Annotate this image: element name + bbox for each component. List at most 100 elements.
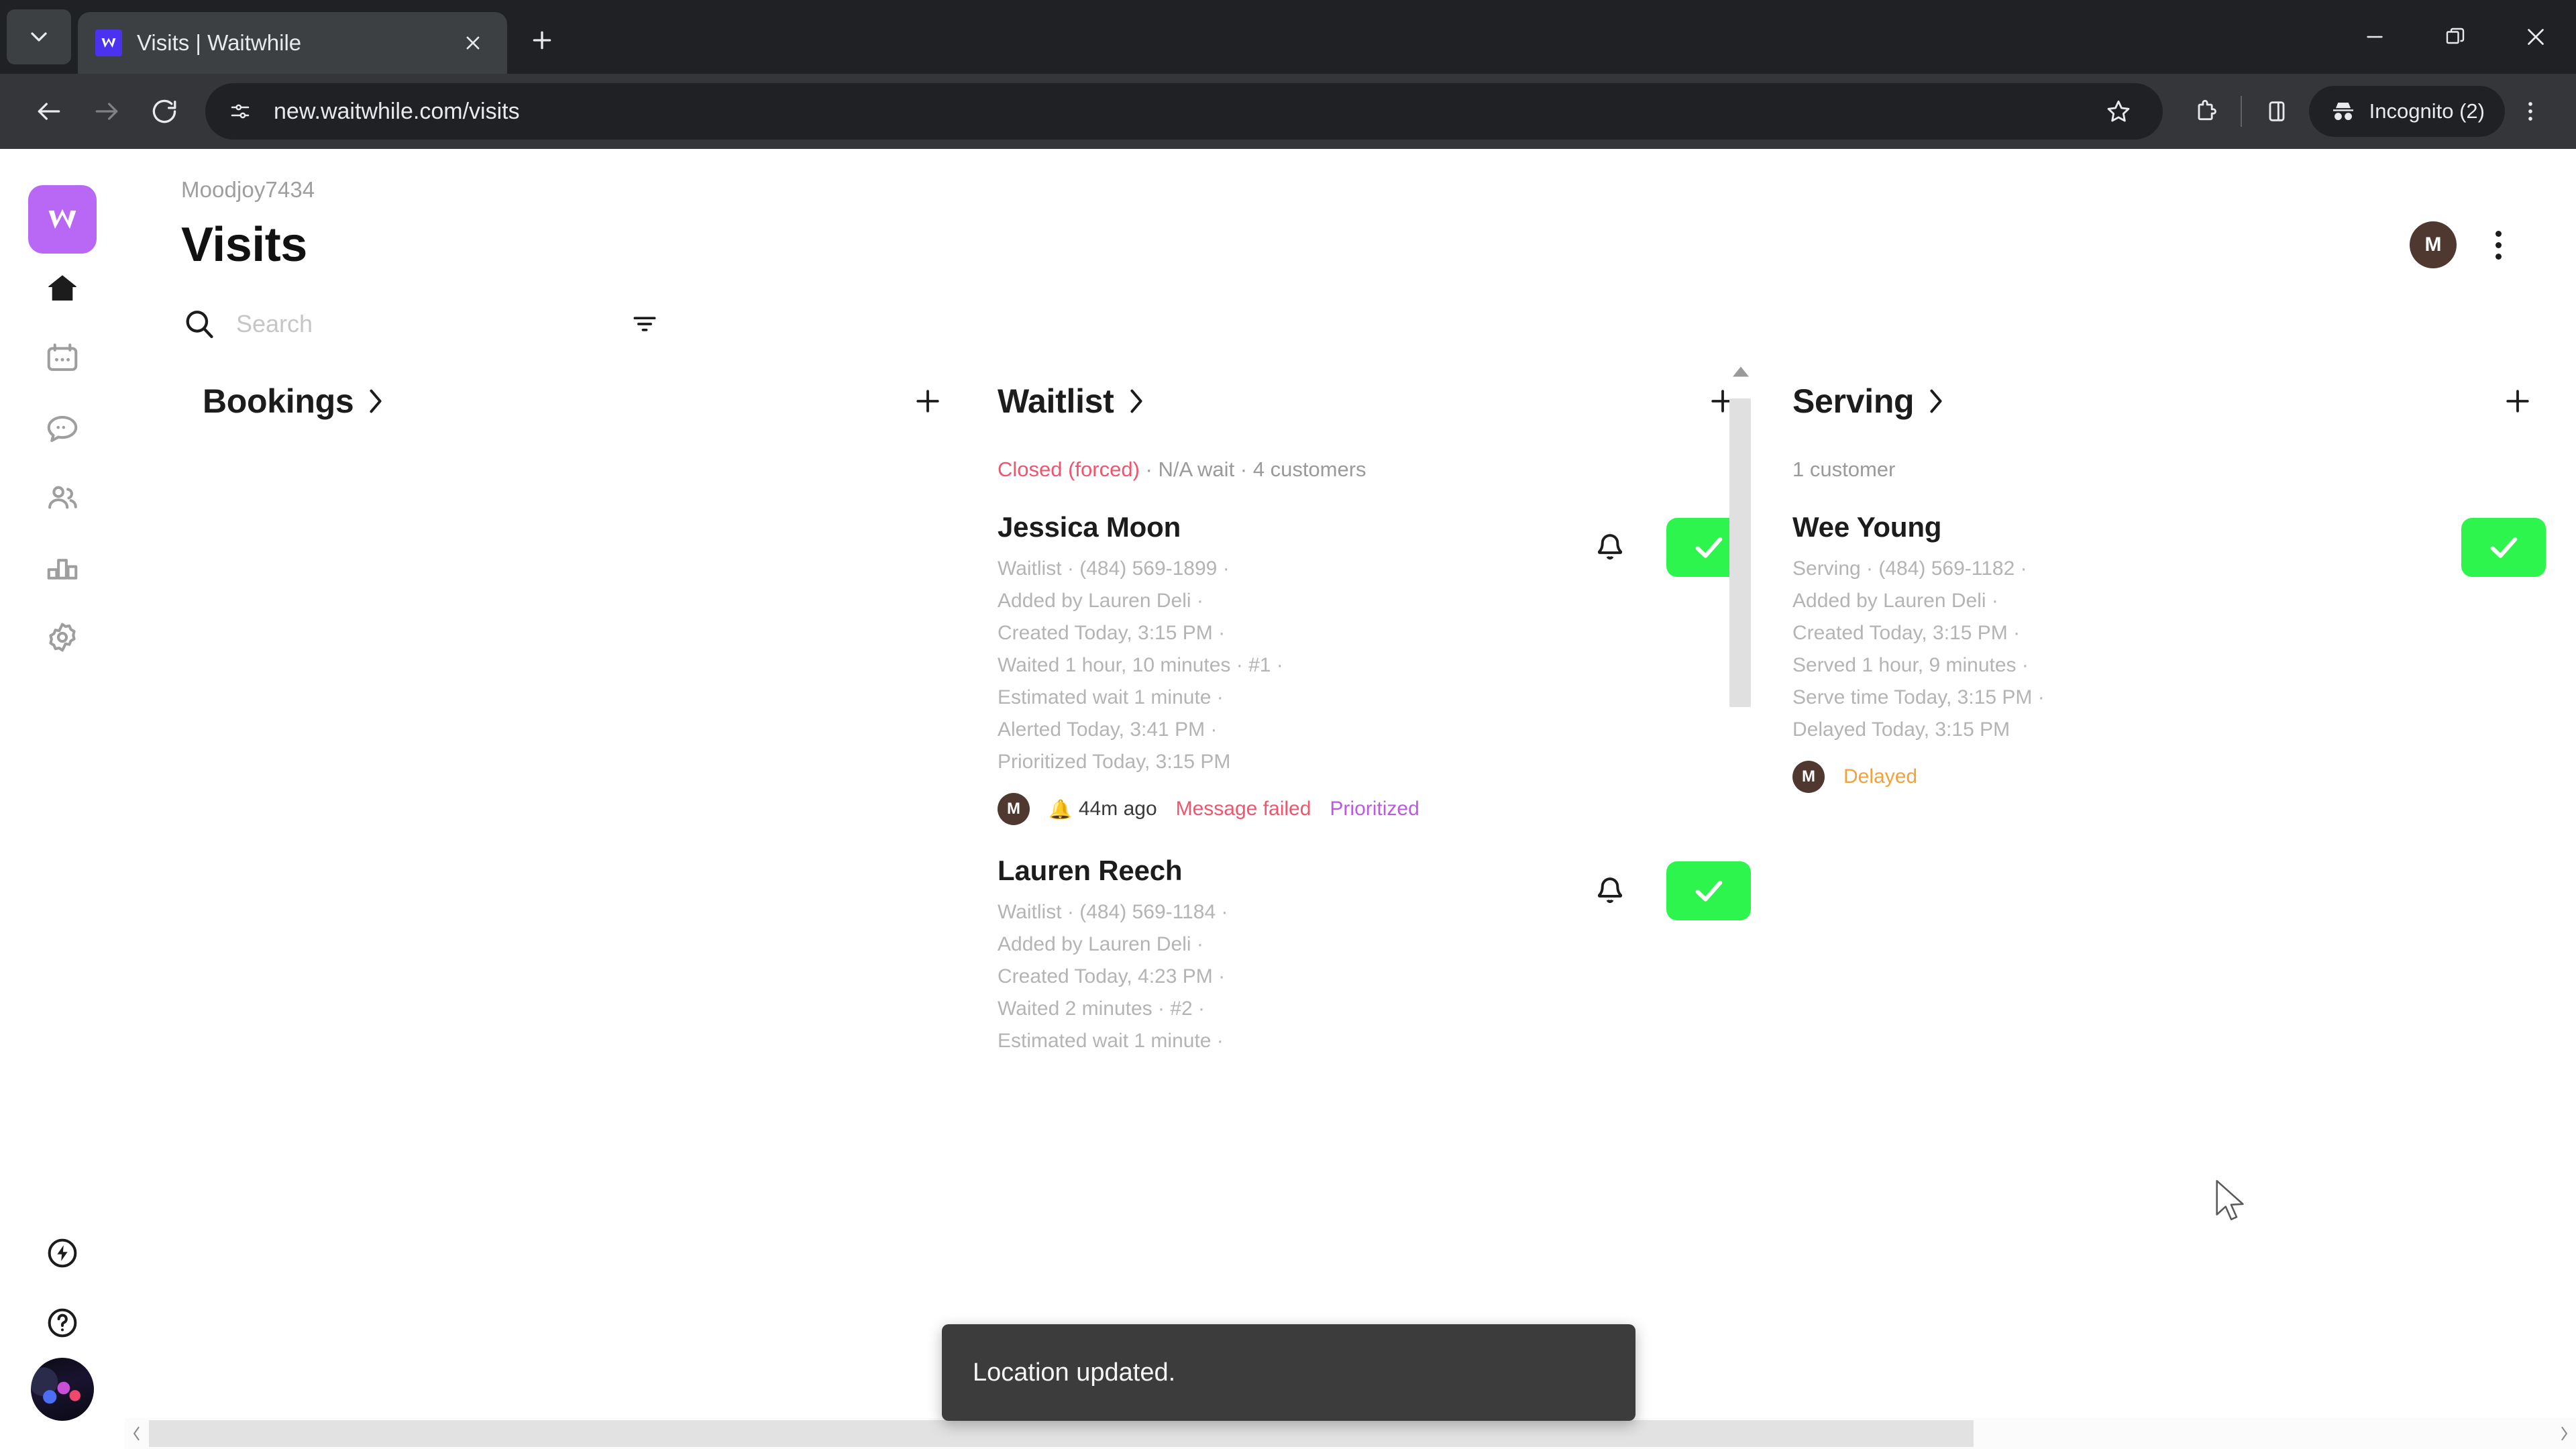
brand-logo[interactable] bbox=[28, 185, 97, 254]
add-booking-button[interactable] bbox=[906, 380, 949, 423]
page-viewport: Moodjoy7434 Visits M Search Bookings Wai… bbox=[0, 149, 2576, 1449]
profile-incognito-button[interactable]: Incognito (2) bbox=[2308, 86, 2505, 137]
left-arrow-icon[interactable] bbox=[125, 1418, 149, 1449]
notify-button[interactable] bbox=[1586, 523, 1634, 572]
tab-search-button[interactable] bbox=[7, 9, 71, 64]
header-avatar[interactable]: M bbox=[2410, 221, 2457, 268]
column-bookings: Bookings bbox=[181, 353, 976, 1449]
app-sidebar bbox=[0, 149, 125, 1449]
column-serving: Serving 1 customer Wee Young Serving · (… bbox=[1771, 353, 2566, 1449]
sidebar-user-avatar[interactable] bbox=[31, 1358, 94, 1421]
column-header-waitlist[interactable]: Waitlist bbox=[976, 353, 1771, 428]
visit-detail-line: Serving · (484) 569-1182 · bbox=[1792, 557, 2027, 580]
visit-alert-time-text: 44m ago bbox=[1078, 798, 1157, 820]
toolbar-divider bbox=[2240, 96, 2242, 127]
people-icon bbox=[48, 486, 77, 509]
complete-button[interactable] bbox=[2461, 518, 2546, 577]
tab-strip: Visits | Waitwhile bbox=[0, 0, 2576, 74]
right-arrow-icon[interactable] bbox=[2552, 1418, 2576, 1449]
visit-card[interactable]: Lauren Reech Waitlist · (484) 569-1184 ·… bbox=[976, 837, 1771, 1069]
incognito-icon bbox=[2332, 103, 2353, 120]
visit-badges: M Delayed bbox=[1792, 761, 2461, 793]
bookmark-star-icon[interactable] bbox=[2093, 86, 2144, 137]
new-tab-button[interactable] bbox=[517, 15, 568, 66]
window-minimize-button[interactable] bbox=[2334, 0, 2415, 74]
url-text: new.waitwhile.com/visits bbox=[274, 98, 520, 124]
search-bar bbox=[125, 272, 2576, 353]
visit-card[interactable]: Jessica Moon Waitlist · (484) 569-1899 ·… bbox=[976, 494, 1771, 837]
visit-detail-line: Estimated wait 1 minute · bbox=[998, 1030, 1224, 1052]
serving-customer-count: 1 customer bbox=[1792, 458, 1896, 481]
column-title: Serving bbox=[1792, 382, 1915, 420]
address-bar[interactable]: new.waitwhile.com/visits bbox=[205, 83, 2163, 140]
reload-button[interactable] bbox=[136, 83, 193, 140]
visit-staff-avatar: M bbox=[1792, 761, 1825, 793]
visit-details: Waitlist · (484) 569-1899 · Added by Lau… bbox=[998, 553, 1586, 778]
visit-detail-line: Added by Lauren Deli · bbox=[998, 590, 1203, 612]
calendar-icon bbox=[47, 343, 78, 371]
board-horizontal-scrollbar[interactable] bbox=[125, 1418, 2576, 1449]
browser-menu-button[interactable] bbox=[2505, 86, 2556, 137]
column-body-bookings bbox=[181, 428, 976, 1449]
sidebar-item-whats-new[interactable] bbox=[28, 1218, 97, 1288]
back-arrow-icon bbox=[38, 103, 60, 120]
notify-button[interactable] bbox=[1586, 867, 1634, 915]
visit-detail-line: Waited 2 minutes · #2 · bbox=[998, 998, 1205, 1020]
browser-toolbar: new.waitwhile.com/visits Incognito (2) bbox=[0, 74, 2576, 149]
sidebar-item-messages[interactable] bbox=[28, 393, 97, 463]
extensions-button[interactable] bbox=[2180, 86, 2231, 137]
sidebar-item-analytics[interactable] bbox=[28, 533, 97, 602]
forward-button[interactable] bbox=[78, 83, 136, 140]
chevron-right-icon bbox=[1926, 386, 1946, 416]
chevron-right-icon bbox=[366, 386, 386, 416]
profile-label: Incognito (2) bbox=[2369, 99, 2485, 123]
waitlist-scrollbar[interactable] bbox=[1720, 360, 1762, 1449]
plus-icon bbox=[2506, 390, 2529, 413]
waitlist-status-rest: · N/A wait · 4 customers bbox=[1139, 458, 1366, 481]
add-serving-button[interactable] bbox=[2496, 380, 2539, 423]
column-header-bookings[interactable]: Bookings bbox=[181, 353, 976, 428]
browser-tab[interactable]: Visits | Waitwhile bbox=[78, 12, 507, 74]
visit-detail-line: Added by Lauren Deli · bbox=[998, 933, 1203, 955]
visit-staff-avatar: M bbox=[998, 793, 1030, 825]
plus-icon bbox=[916, 390, 939, 413]
search-input[interactable] bbox=[236, 310, 612, 338]
waitlist-status-line: Closed (forced) · N/A wait · 4 customers bbox=[976, 428, 1771, 482]
scrollbar-track[interactable] bbox=[149, 1418, 2552, 1449]
visit-card[interactable]: Wee Young Serving · (484) 569-1182 · Add… bbox=[1771, 494, 2566, 805]
visit-customer-name: Jessica Moon bbox=[998, 511, 1181, 543]
site-settings-icon[interactable] bbox=[224, 95, 256, 127]
visit-details: Waitlist · (484) 569-1184 · Added by Lau… bbox=[998, 896, 1586, 1057]
dot bbox=[2495, 230, 2502, 237]
breadcrumb[interactable]: Moodjoy7434 bbox=[125, 149, 2576, 203]
extensions-puzzle-icon bbox=[2198, 99, 2216, 121]
column-header-serving[interactable]: Serving bbox=[1771, 353, 2566, 428]
page-menu-button[interactable] bbox=[2477, 223, 2520, 266]
window-close-button[interactable] bbox=[2496, 0, 2576, 74]
three-dot-menu-icon bbox=[2528, 102, 2532, 121]
visit-detail-line: Serve time Today, 3:15 PM · bbox=[1792, 686, 2045, 708]
side-panel-button[interactable] bbox=[2251, 86, 2302, 137]
visit-badges: M 🔔 44m ago Message failed Prioritized bbox=[998, 793, 1586, 825]
sidebar-item-home[interactable] bbox=[28, 254, 97, 323]
back-button[interactable] bbox=[20, 83, 78, 140]
scrollbar-thumb[interactable] bbox=[149, 1420, 1974, 1447]
visit-detail-line: Created Today, 3:15 PM · bbox=[998, 622, 1226, 644]
sidebar-item-settings[interactable] bbox=[28, 602, 97, 672]
sidebar-item-customers[interactable] bbox=[28, 463, 97, 533]
scrollbar-thumb[interactable] bbox=[1729, 398, 1751, 707]
visit-detail-line: Delayed Today, 3:15 PM bbox=[1792, 718, 2010, 741]
bar-chart-icon bbox=[47, 559, 78, 580]
sidebar-item-help[interactable] bbox=[28, 1288, 97, 1358]
scrollbar-track[interactable] bbox=[1720, 384, 1762, 1425]
browser-window: Visits | Waitwhile new.waitwhile.com/vis… bbox=[0, 0, 2576, 1449]
scroll-up-arrow-icon[interactable] bbox=[1727, 360, 1754, 384]
bell-icon: 🔔 bbox=[1049, 798, 1072, 820]
sidebar-item-calendar[interactable] bbox=[28, 323, 97, 393]
close-icon[interactable] bbox=[456, 26, 490, 60]
visit-detail-line: Served 1 hour, 9 minutes · bbox=[1792, 654, 2029, 676]
column-title: Bookings bbox=[203, 382, 354, 420]
window-maximize-button[interactable] bbox=[2415, 0, 2496, 74]
filter-button[interactable] bbox=[625, 305, 664, 343]
chevron-right-icon bbox=[1126, 386, 1146, 416]
